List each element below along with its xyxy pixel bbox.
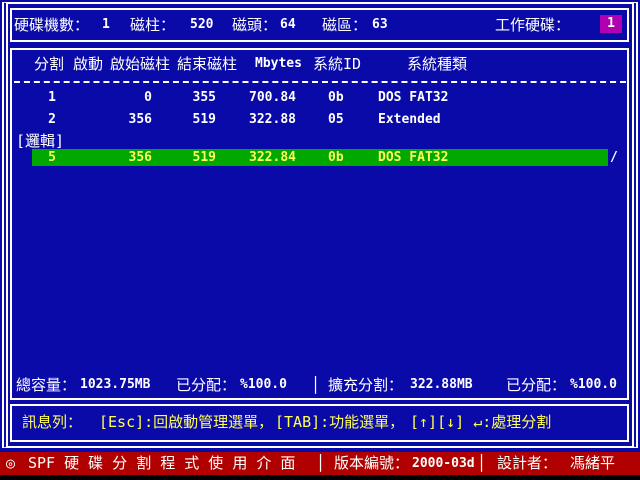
table-header-row: 分割 啟動 啟始磁柱 結束磁柱 Mbytes 系統ID 系統種類: [0, 56, 640, 72]
system-type: DOS FAT32: [378, 90, 449, 105]
allocated-label: 已分配：: [176, 376, 237, 394]
mbytes-value: 700.84: [249, 90, 296, 105]
cylinders-value: 520: [190, 17, 214, 32]
start-cylinder: 0: [144, 90, 152, 105]
start-cylinder: 356: [128, 150, 152, 165]
version-label: 版本編號：: [334, 454, 410, 472]
footer-bar: ◎ SPF 硬 碟 分 割 程 式 使 用 介 面 │ 版本編號： 2000-0…: [0, 452, 640, 475]
system-id: 05: [328, 112, 344, 127]
disk-info-row: 硬碟機數： 1 磁柱： 520 磁頭： 64 磁區： 63 工作硬碟：: [0, 17, 640, 33]
spinner-slash: /: [610, 150, 618, 165]
working-disk-label: 工作硬碟：: [495, 16, 571, 34]
extended-allocated-value: %100.0: [570, 377, 617, 392]
system-type: DOS FAT32: [378, 150, 449, 165]
table-row[interactable]: 1 0 355 700.84 0b DOS FAT32: [0, 90, 640, 106]
system-id: 0b: [328, 150, 344, 165]
allocated-value: %100.0: [240, 377, 287, 392]
total-capacity-value: 1023.75MB: [80, 377, 151, 392]
version-value: 2000-03d: [412, 456, 475, 471]
bullseye-icon: ◎: [6, 454, 16, 472]
arrow-keys-hint: [↑][↓] ↵:處理分割: [410, 413, 552, 431]
system-type: Extended: [378, 112, 441, 127]
col-header-end-cyl: 結束磁柱: [177, 55, 238, 73]
col-header-system-id: 系統ID: [313, 55, 362, 73]
extended-label: 擴充分割：: [328, 376, 404, 394]
designer-label: 設計者：: [497, 454, 558, 472]
cylinders-label: 磁柱：: [130, 16, 176, 34]
start-cylinder: 356: [128, 112, 152, 127]
header-separator-line: [14, 81, 626, 83]
total-capacity-label: 總容量：: [16, 376, 77, 394]
message-row: 訊息列： [Esc]:回啟動管理選單， [TAB]:功能選單， [↑][↓] ↵…: [0, 414, 640, 430]
message-label: 訊息列：: [22, 413, 83, 431]
extended-value: 322.88MB: [410, 377, 473, 392]
end-cylinder: 519: [192, 112, 216, 127]
mbytes-value: 322.88: [249, 112, 296, 127]
extended-allocated-label: 已分配：: [506, 376, 567, 394]
partition-number: 1: [48, 90, 56, 105]
working-disk-badge[interactable]: 1: [600, 15, 622, 33]
mbytes-value: 322.84: [249, 150, 296, 165]
designer-value: 馮緒平: [570, 454, 616, 472]
heads-value: 64: [280, 17, 296, 32]
footer-separator-2: │: [477, 454, 487, 472]
footer-separator-1: │: [316, 454, 326, 472]
tab-key-hint: [TAB]:功能選單，: [275, 413, 405, 431]
logical-section-label: [邏輯]: [16, 132, 65, 150]
dos-fdisk-screen: 硬碟機數： 1 磁柱： 520 磁頭： 64 磁區： 63 工作硬碟： 1 分割…: [0, 0, 640, 480]
capacity-stats-row: 總容量： 1023.75MB 已分配： %100.0 │ 擴充分割： 322.8…: [0, 377, 640, 393]
app-title: SPF 硬 碟 分 割 程 式 使 用 介 面: [28, 454, 296, 472]
partition-number: 5: [48, 150, 56, 165]
end-cylinder: 519: [192, 150, 216, 165]
sectors-label: 磁區：: [322, 16, 368, 34]
heads-label: 磁頭：: [232, 16, 278, 34]
col-header-partition: 分割: [34, 55, 65, 73]
drives-label: 硬碟機數：: [14, 16, 90, 34]
col-header-boot: 啟動: [73, 55, 104, 73]
table-row-selected[interactable]: 5 356 519 322.84 0b DOS FAT32 /: [0, 150, 640, 166]
drives-value: 1: [102, 17, 110, 32]
col-header-system-type: 系統種類: [407, 55, 468, 73]
col-header-mbytes: Mbytes: [255, 56, 302, 71]
system-id: 0b: [328, 90, 344, 105]
sectors-value: 63: [372, 17, 388, 32]
esc-key-hint: [Esc]:回啟動管理選單，: [99, 413, 274, 431]
col-header-start-cyl: 啟始磁柱: [110, 55, 171, 73]
partition-number: 2: [48, 112, 56, 127]
end-cylinder: 355: [192, 90, 216, 105]
stats-separator: │: [311, 376, 321, 394]
table-row[interactable]: 2 356 519 322.88 05 Extended: [0, 112, 640, 128]
